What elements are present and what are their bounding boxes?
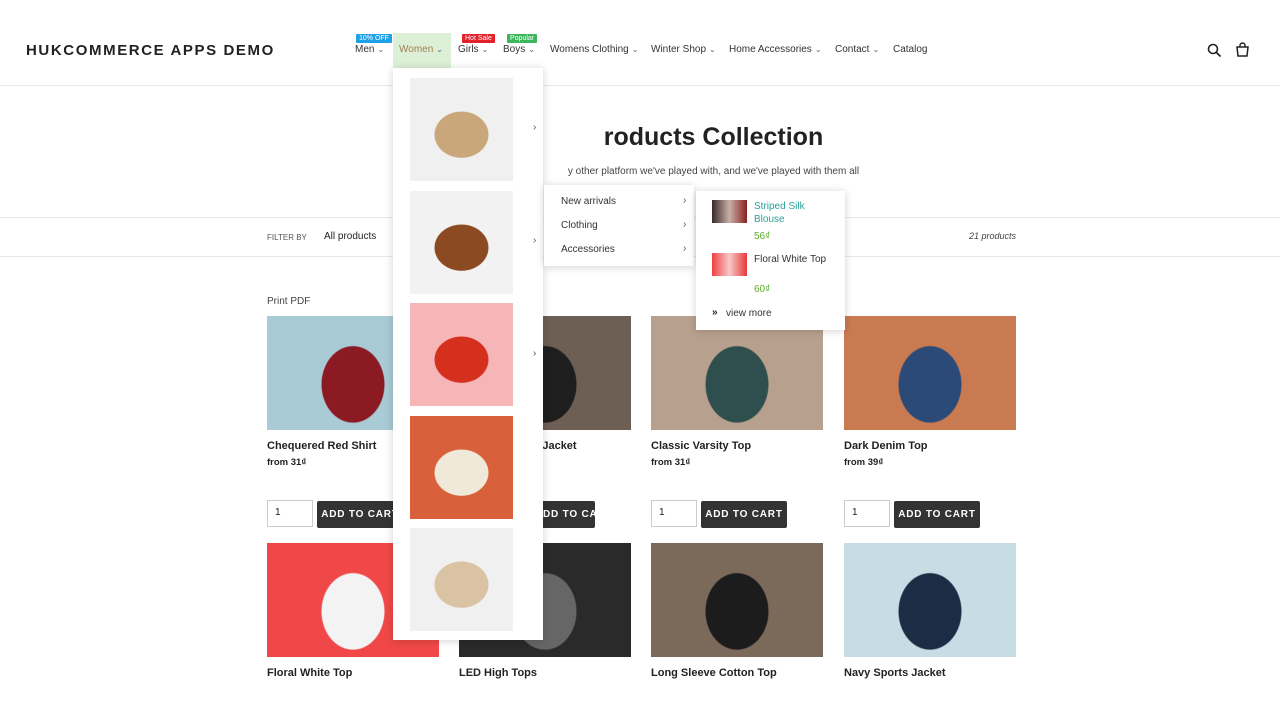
cream-backpack-image[interactable] bbox=[410, 415, 513, 519]
add-to-cart-button[interactable]: ADD TO CART bbox=[894, 501, 980, 528]
tan-crossbody-bag-image[interactable] bbox=[410, 78, 513, 181]
filter-select[interactable]: All products bbox=[324, 231, 376, 242]
product-name[interactable]: Chequered Red Shirt bbox=[267, 440, 376, 452]
submenu-new-arrivals[interactable]: New arrivals bbox=[561, 196, 616, 207]
add-to-cart-button[interactable]: ADD TO CART bbox=[701, 501, 787, 528]
nav-item-boys[interactable]: Boys ⌄ bbox=[503, 44, 535, 55]
brown-leather-handbag-image[interactable] bbox=[410, 190, 513, 294]
flyout-product-price: 60₫ bbox=[754, 284, 771, 295]
chevron-down-icon: ⌄ bbox=[814, 45, 822, 54]
nav-label: Women bbox=[399, 44, 434, 55]
nav-item-women[interactable]: Women ⌄ bbox=[399, 44, 443, 55]
flyout-product-name[interactable]: Floral White Top bbox=[754, 253, 834, 266]
nav-item-girls[interactable]: Girls ⌄ bbox=[458, 44, 488, 55]
product-name[interactable]: LED High Tops bbox=[459, 667, 537, 679]
filter-label: FILTER BY bbox=[267, 233, 307, 242]
nav-badge: Hot Sale bbox=[462, 34, 495, 43]
product-price: from 39₫ bbox=[844, 457, 884, 468]
product-name[interactable]: Long Sleeve Cotton Top bbox=[651, 667, 777, 679]
chevron-down-icon: ⌄ bbox=[709, 45, 716, 54]
product-image[interactable] bbox=[651, 316, 823, 430]
product-name[interactable]: Dark Denim Top bbox=[844, 440, 928, 452]
flyout-product-price: 56₫ bbox=[754, 231, 771, 242]
search-icon[interactable] bbox=[1207, 43, 1222, 58]
quantity-input[interactable]: 1 bbox=[844, 500, 890, 527]
nav-item-home-accessories[interactable]: Home Accessories ⌄ bbox=[729, 44, 822, 55]
quantity-input[interactable]: 1 bbox=[267, 500, 313, 527]
product-name[interactable]: Classic Varsity Top bbox=[651, 440, 751, 452]
red-bucket-bag-image[interactable] bbox=[410, 303, 513, 406]
women-submenu: New arrivals › Clothing › Accessories › bbox=[544, 185, 694, 266]
nav-item-contact[interactable]: Contact ⌄ bbox=[835, 44, 879, 55]
nav-label: Catalog bbox=[893, 44, 928, 55]
chevron-down-icon: ⌄ bbox=[872, 45, 880, 54]
nav-item-men[interactable]: Men ⌄ bbox=[355, 44, 384, 55]
nav-label: Home Accessories bbox=[729, 44, 812, 55]
chevron-down-icon: ⌄ bbox=[481, 45, 489, 54]
product-name[interactable]: Navy Sports Jacket bbox=[844, 667, 946, 679]
product-thumbnail[interactable] bbox=[712, 200, 747, 223]
chevron-right-icon: › bbox=[683, 195, 687, 206]
product-count: 21 products bbox=[968, 231, 1016, 241]
view-more-link[interactable]: view more bbox=[726, 308, 772, 319]
chevron-down-icon: ⌄ bbox=[528, 45, 535, 54]
double-chevron-right-icon: » bbox=[712, 307, 718, 318]
chevron-right-icon: › bbox=[683, 219, 687, 230]
nav-item-catalog[interactable]: Catalog bbox=[893, 44, 927, 55]
nav-label: Winter Shop bbox=[651, 44, 707, 55]
women-mega-menu: › › › bbox=[393, 68, 543, 640]
page-title: roducts Collection bbox=[603, 123, 824, 151]
nav-label: Men bbox=[355, 44, 375, 55]
nav-label: Boys bbox=[503, 44, 526, 55]
product-image[interactable] bbox=[651, 543, 823, 657]
nav-badge: Popular bbox=[507, 34, 538, 43]
quantity-input[interactable]: 1 bbox=[651, 500, 697, 527]
store-logo[interactable]: HUKCOMMERCE APPS DEMO bbox=[26, 42, 275, 59]
product-image[interactable] bbox=[844, 543, 1016, 657]
chevron-down-icon: ⌄ bbox=[631, 45, 639, 54]
chevron-down-icon: ⌄ bbox=[377, 45, 385, 54]
sherpa-pouch-image[interactable] bbox=[410, 528, 513, 631]
nav-label: Contact bbox=[835, 44, 870, 55]
chevron-right-icon: › bbox=[533, 235, 537, 246]
nav-label: Womens Clothing bbox=[550, 44, 629, 55]
submenu-accessories[interactable]: Accessories bbox=[561, 244, 615, 255]
new-arrivals-flyout: Striped Silk Blouse 56₫ Floral White Top… bbox=[696, 191, 845, 330]
product-name[interactable]: Floral White Top bbox=[267, 667, 352, 679]
chevron-down-icon: ⌄ bbox=[436, 45, 443, 54]
product-price: from 31₫ bbox=[651, 457, 691, 468]
product-price: from 31₫ bbox=[267, 457, 307, 468]
product-image[interactable] bbox=[844, 316, 1016, 430]
nav-item-womens-clothing[interactable]: Womens Clothing ⌄ bbox=[550, 44, 638, 55]
cart-icon[interactable] bbox=[1235, 42, 1250, 58]
header-divider bbox=[0, 85, 1280, 86]
flyout-product-name[interactable]: Striped Silk Blouse bbox=[754, 200, 834, 226]
print-pdf-link[interactable]: Print PDF bbox=[267, 296, 310, 307]
nav-badge: 10% OFF bbox=[356, 34, 392, 43]
submenu-clothing[interactable]: Clothing bbox=[561, 220, 598, 231]
page-subtitle: y other platform we've played with, and … bbox=[567, 166, 860, 177]
product-thumbnail[interactable] bbox=[712, 253, 747, 276]
nav-label: Girls bbox=[458, 44, 479, 55]
add-to-cart-button[interactable]: ADD TO CART bbox=[317, 501, 403, 528]
chevron-right-icon: › bbox=[533, 122, 537, 133]
nav-item-winter-shop[interactable]: Winter Shop ⌄ bbox=[651, 44, 716, 55]
chevron-right-icon: › bbox=[533, 348, 537, 359]
chevron-right-icon: › bbox=[683, 243, 687, 254]
